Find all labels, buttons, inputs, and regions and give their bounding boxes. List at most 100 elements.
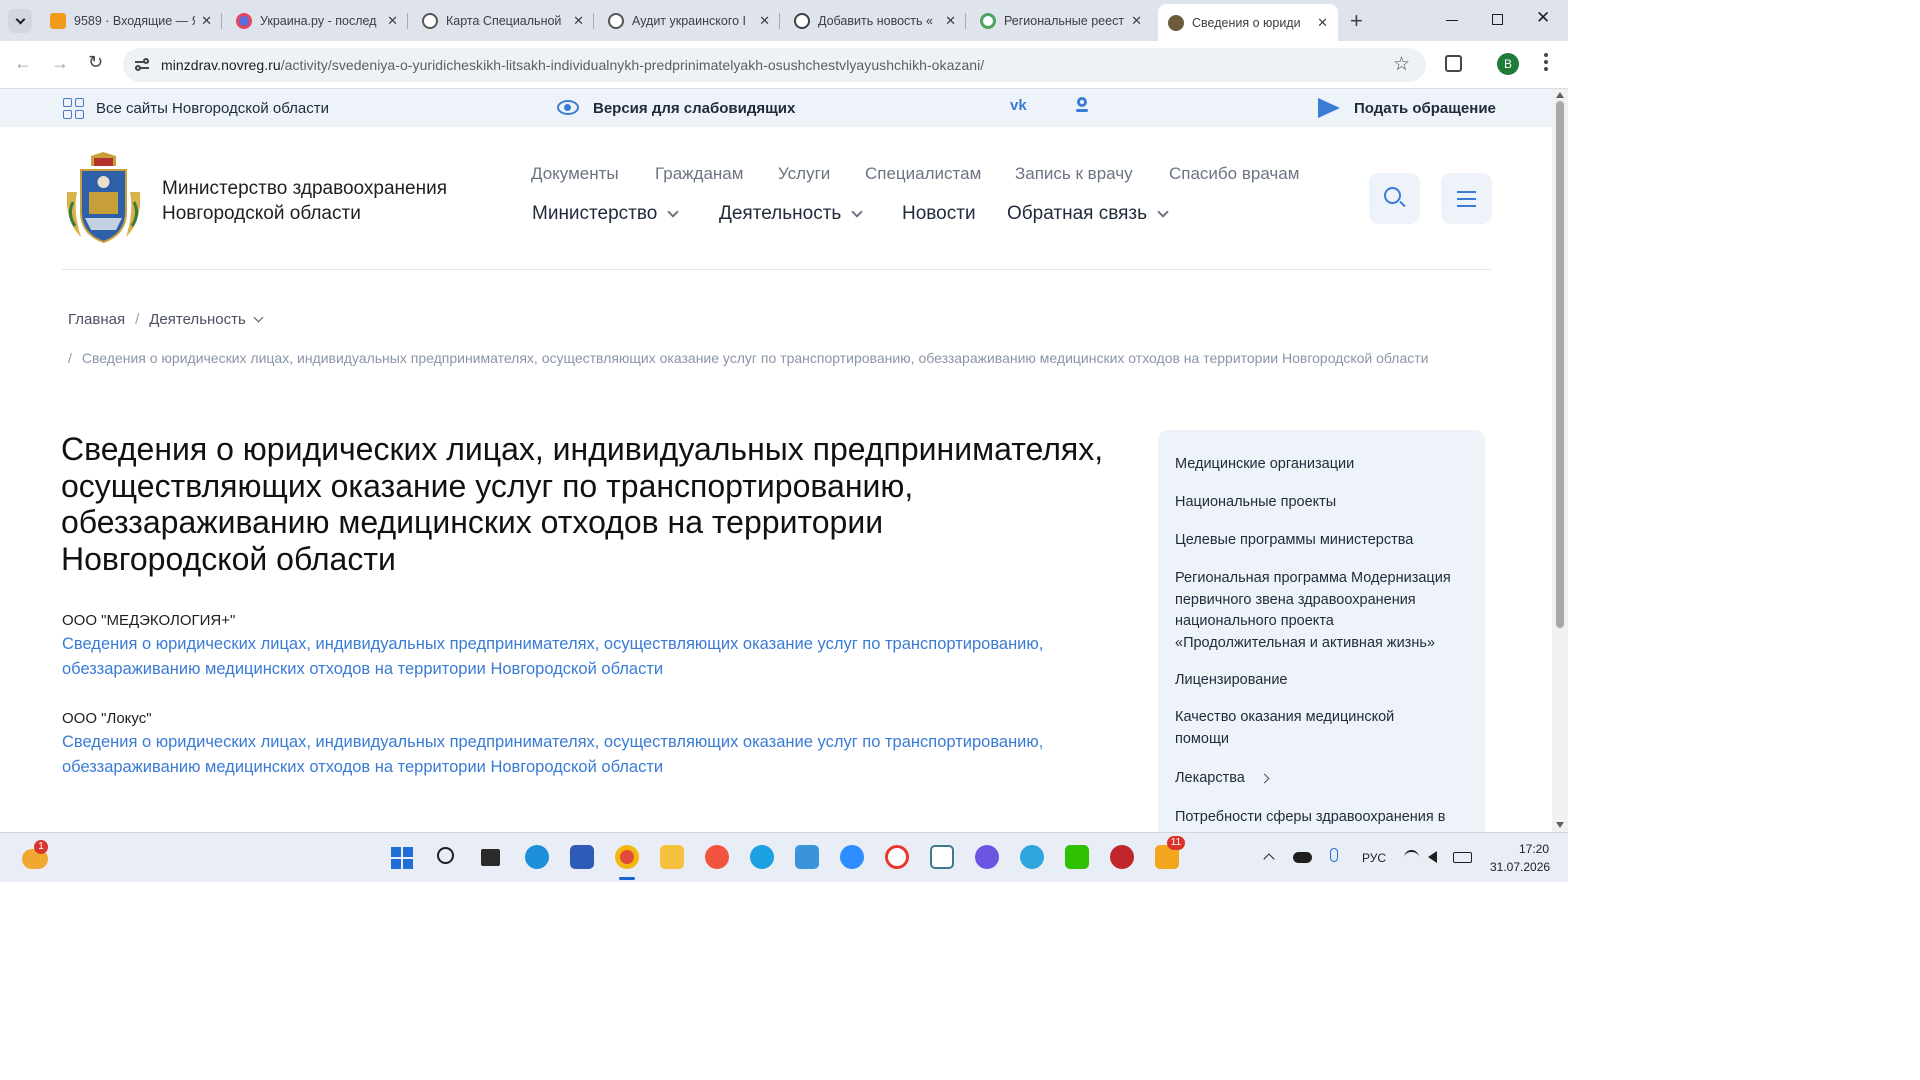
sidebar-item-regional-program[interactable]: Региональная программа Модернизация перв… <box>1175 568 1465 654</box>
close-icon[interactable]: ✕ <box>573 13 584 29</box>
globe-icon <box>608 12 624 29</box>
extensions-puzzle-icon[interactable] <box>1445 55 1462 72</box>
close-icon[interactable]: ✕ <box>1317 15 1328 31</box>
page-scrollbar[interactable] <box>1552 89 1568 832</box>
nav-ministry[interactable]: Министерство <box>532 203 679 225</box>
windows-start-icon[interactable] <box>391 847 413 869</box>
breadcrumb-separator: / <box>68 350 72 366</box>
onedrive-icon[interactable] <box>1293 852 1312 863</box>
chevron-down-icon[interactable] <box>253 312 264 323</box>
wechat-icon[interactable] <box>1065 845 1089 869</box>
close-icon[interactable]: ✕ <box>201 13 212 29</box>
send-plane-icon[interactable] <box>1318 98 1340 118</box>
vk-icon[interactable]: vk <box>1010 97 1027 114</box>
browser-tab[interactable]: Аудит украинского I ✕ <box>598 6 780 35</box>
clock-time[interactable]: 17:20 <box>1519 842 1549 856</box>
nav-citizens[interactable]: Гражданам <box>655 164 743 184</box>
browser-tab-active[interactable]: Сведения о юриди ✕ <box>1158 4 1338 41</box>
chrome-icon[interactable] <box>615 845 639 869</box>
close-icon[interactable]: ✕ <box>1131 13 1142 29</box>
chevron-up-icon[interactable] <box>1263 853 1275 865</box>
wifi-icon[interactable] <box>1404 850 1419 865</box>
nav-services[interactable]: Услуги <box>778 164 830 184</box>
file-explorer-icon[interactable] <box>660 845 684 869</box>
photos-app-icon[interactable] <box>795 845 819 869</box>
back-icon[interactable]: ← <box>14 53 32 74</box>
task-view-icon[interactable] <box>481 849 500 866</box>
search-button[interactable] <box>1369 173 1420 224</box>
reload-icon[interactable]: ↻ <box>88 52 103 73</box>
browser-tab[interactable]: Региональные реест ✕ <box>970 6 1152 35</box>
close-icon[interactable]: ✕ <box>387 13 398 29</box>
nav-feedback-label: Обратная связь <box>1007 203 1147 224</box>
all-sites-link[interactable]: Все сайты Новгородской области <box>96 100 329 117</box>
profile-avatar[interactable]: В <box>1497 53 1519 75</box>
search-icon[interactable] <box>437 847 454 864</box>
yandex-browser-icon[interactable] <box>885 845 909 869</box>
url-text[interactable]: minzdrav.novreg.ru/activity/svedeniya-o-… <box>161 57 984 73</box>
minimize-icon[interactable] <box>1446 20 1458 21</box>
yandex-icon[interactable] <box>705 845 729 869</box>
volume-icon[interactable] <box>1428 851 1437 863</box>
all-sites-grid-icon[interactable] <box>63 98 84 119</box>
new-tab-button[interactable]: + <box>1350 8 1363 34</box>
network-app-icon[interactable] <box>930 845 954 869</box>
odnoklassniki-app-icon[interactable] <box>1110 845 1134 869</box>
org-title[interactable]: Министерство здравоохранения Новгородско… <box>162 176 447 226</box>
sidebar-item-care-quality[interactable]: Качество оказания медицинской помощи <box>1175 707 1435 750</box>
menu-kebab-icon[interactable] <box>1544 53 1548 73</box>
menu-button[interactable] <box>1441 173 1492 224</box>
nav-thanks-doctors[interactable]: Спасибо врачам <box>1169 164 1299 184</box>
low-vision-link[interactable]: Версия для слабовидящих <box>593 100 795 117</box>
browser-tab[interactable]: Добавить новость « ✕ <box>784 6 966 35</box>
writer-app-icon[interactable] <box>570 845 594 869</box>
page-title-line: обеззараживанию медицинских отходов на т… <box>61 504 884 540</box>
browser-tab[interactable]: Украина.ру - послед ✕ <box>226 6 408 35</box>
nav-news[interactable]: Новости <box>902 203 976 225</box>
org-document-link[interactable]: Сведения о юридических лицах, индивидуал… <box>62 730 1122 780</box>
microphone-icon[interactable] <box>1330 848 1338 862</box>
nav-specialists[interactable]: Специалистам <box>865 164 981 184</box>
close-window-icon[interactable]: ✕ <box>1536 8 1550 28</box>
clock-date[interactable]: 31.07.2026 <box>1490 860 1550 874</box>
scrollbar-thumb[interactable] <box>1556 101 1564 628</box>
appeal-link[interactable]: Подать обращение <box>1354 100 1496 117</box>
odnoklassniki-icon[interactable] <box>1076 97 1088 115</box>
coat-of-arms-logo[interactable] <box>61 152 146 245</box>
sidebar-item-target-programs[interactable]: Целевые программы министерства <box>1175 530 1465 552</box>
tab-search-button[interactable] <box>8 9 32 33</box>
battery-icon[interactable] <box>1453 852 1472 863</box>
browser-tab[interactable]: Карта Специальной ✕ <box>412 6 594 35</box>
sidebar-item-medicines[interactable]: Лекарства <box>1175 768 1465 790</box>
bookmark-star-icon[interactable]: ☆ <box>1393 53 1410 76</box>
breadcrumb-home[interactable]: Главная <box>68 311 125 328</box>
skype-icon[interactable] <box>750 845 774 869</box>
sidebar-item-medical-organizations[interactable]: Медицинские организации <box>1175 454 1465 476</box>
site-info-icon[interactable] <box>135 58 149 72</box>
nav-activity[interactable]: Деятельность <box>719 203 863 225</box>
weather-widget[interactable]: 1 <box>22 840 48 869</box>
nav-documents[interactable]: Документы <box>531 164 619 184</box>
zoom-icon[interactable] <box>840 845 864 869</box>
browser-tab[interactable]: 9589 · Входящие — Я ✕ <box>40 6 222 35</box>
eye-icon[interactable] <box>557 100 579 115</box>
nav-doctor-appointment[interactable]: Запись к врачу <box>1015 164 1133 184</box>
edge-icon[interactable] <box>525 845 549 869</box>
close-icon[interactable]: ✕ <box>759 13 770 29</box>
sidebar-item-healthcare-needs[interactable]: Потребности сферы здравоохранения в <box>1175 807 1465 829</box>
sidebar-item-national-projects[interactable]: Национальные проекты <box>1175 492 1465 514</box>
address-bar[interactable]: minzdrav.novreg.ru/activity/svedeniya-o-… <box>123 48 1426 82</box>
language-indicator[interactable]: РУС <box>1362 851 1386 865</box>
breadcrumb-activity[interactable]: Деятельность <box>149 311 246 328</box>
org-document-link[interactable]: Сведения о юридических лицах, индивидуал… <box>62 632 1122 682</box>
mail-app-icon[interactable]: 11 <box>1155 836 1185 869</box>
scroll-up-arrow-icon[interactable] <box>1556 92 1564 98</box>
close-icon[interactable]: ✕ <box>945 13 956 29</box>
messenger-icon[interactable] <box>975 845 999 869</box>
nav-feedback[interactable]: Обратная связь <box>1007 203 1169 225</box>
telegram-icon[interactable] <box>1020 845 1044 869</box>
scroll-down-arrow-icon[interactable] <box>1556 822 1564 828</box>
restore-icon[interactable] <box>1492 14 1503 25</box>
sidebar-item-licensing[interactable]: Лицензирование <box>1175 670 1465 692</box>
forward-icon[interactable]: → <box>51 53 69 74</box>
